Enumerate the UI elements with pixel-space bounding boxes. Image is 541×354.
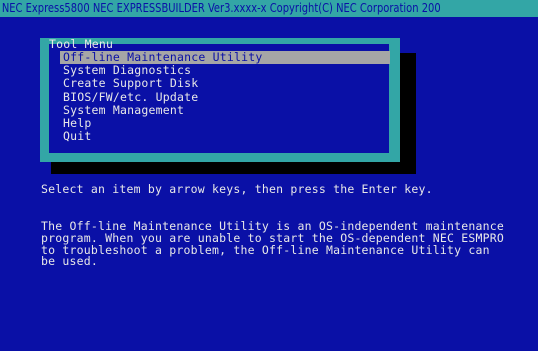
bios-screen: NEC Express5800 NEC EXPRESSBUILDER Ver3.…	[0, 0, 538, 351]
tool-menu: Off-line Maintenance Utility System Diag…	[60, 50, 390, 143]
description-line: be used.	[41, 254, 98, 269]
menu-item-bios-fw-update[interactable]: BIOS/FW/etc. Update	[60, 90, 390, 104]
title-bar: NEC Express5800 NEC EXPRESSBUILDER Ver3.…	[0, 0, 538, 17]
menu-item-help[interactable]: Help	[60, 116, 390, 130]
menu-item-system-management[interactable]: System Management	[60, 103, 390, 117]
instruction-text: Select an item by arrow keys, then press…	[41, 182, 433, 196]
menu-item-quit[interactable]: Quit	[60, 129, 390, 143]
title-bar-text: NEC Express5800 NEC EXPRESSBUILDER Ver3.…	[1, 1, 441, 15]
menu-item-create-support-disk[interactable]: Create Support Disk	[60, 77, 390, 90]
description-line: to troubleshoot a problem, the Off-line …	[41, 242, 490, 257]
description-text: The Off-line Maintenance Utility is an O…	[41, 220, 521, 269]
